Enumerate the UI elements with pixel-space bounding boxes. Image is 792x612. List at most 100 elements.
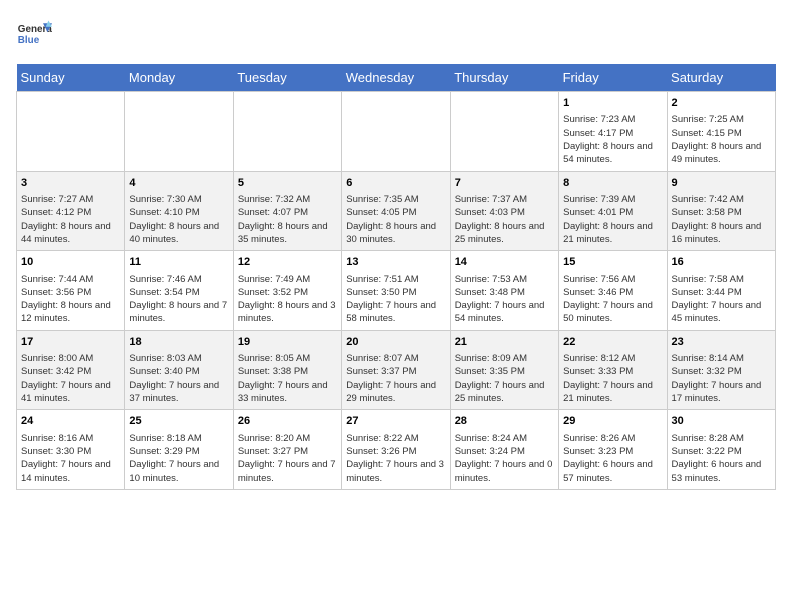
day-number: 6 [346,176,445,191]
week-row-5: 24 Sunrise: 8:16 AMSunset: 3:30 PMDayligh… [17,410,776,490]
day-number: 29 [563,414,662,429]
day-info: Sunrise: 8:05 AMSunset: 3:38 PMDaylight:… [238,352,337,405]
day-number: 18 [129,335,228,350]
calendar-cell: 2 Sunrise: 7:25 AMSunset: 4:15 PMDaylight… [667,92,775,172]
day-number: 8 [563,176,662,191]
week-row-4: 17Sunrise: 8:00 AMSunset: 3:42 PMDayligh… [17,330,776,410]
calendar-cell: 7 Sunrise: 7:37 AMSunset: 4:03 PMDaylight… [450,171,558,251]
calendar-cell: 14 Sunrise: 7:53 AMSunset: 3:48 PMDayligh… [450,251,558,331]
weekday-friday: Friday [559,64,667,92]
calendar-cell: 26 Sunrise: 8:20 AMSunset: 3:27 PMDayligh… [233,410,341,490]
calendar-cell: 22 Sunrise: 8:12 AMSunset: 3:33 PMDayligh… [559,330,667,410]
calendar-cell: 30 Sunrise: 8:28 AMSunset: 3:22 PMDayligh… [667,410,775,490]
week-row-2: 3 Sunrise: 7:27 AMSunset: 4:12 PMDaylight… [17,171,776,251]
day-number: 30 [672,414,771,429]
calendar-cell: 17Sunrise: 8:00 AMSunset: 3:42 PMDayligh… [17,330,125,410]
calendar-cell [342,92,450,172]
calendar-cell [450,92,558,172]
day-number: 1 [563,96,662,111]
calendar-cell: 3 Sunrise: 7:27 AMSunset: 4:12 PMDaylight… [17,171,125,251]
day-number: 5 [238,176,337,191]
day-info: Sunrise: 8:26 AMSunset: 3:23 PMDaylight:… [563,432,662,485]
day-number: 2 [672,96,771,111]
weekday-thursday: Thursday [450,64,558,92]
day-info: Sunrise: 7:39 AMSunset: 4:01 PMDaylight:… [563,193,662,246]
calendar-cell: 29 Sunrise: 8:26 AMSunset: 3:23 PMDayligh… [559,410,667,490]
day-info: Sunrise: 7:27 AMSunset: 4:12 PMDaylight:… [21,193,120,246]
day-info: Sunrise: 8:09 AMSunset: 3:35 PMDaylight:… [455,352,554,405]
day-info: Sunrise: 7:51 AMSunset: 3:50 PMDaylight:… [346,273,445,326]
day-info: Sunrise: 7:44 AMSunset: 3:56 PMDaylight:… [21,273,120,326]
day-info: Sunrise: 8:12 AMSunset: 3:33 PMDaylight:… [563,352,662,405]
day-info: Sunrise: 7:49 AMSunset: 3:52 PMDaylight:… [238,273,337,326]
day-info: Sunrise: 8:16 AMSunset: 3:30 PMDaylight:… [21,432,120,485]
day-info: Sunrise: 8:28 AMSunset: 3:22 PMDaylight:… [672,432,771,485]
day-number: 25 [129,414,228,429]
calendar-cell: 18 Sunrise: 8:03 AMSunset: 3:40 PMDayligh… [125,330,233,410]
calendar-cell: 20Sunrise: 8:07 AMSunset: 3:37 PMDayligh… [342,330,450,410]
day-info: Sunrise: 8:14 AMSunset: 3:32 PMDaylight:… [672,352,771,405]
calendar-cell: 1 Sunrise: 7:23 AMSunset: 4:17 PMDaylight… [559,92,667,172]
day-number: 14 [455,255,554,270]
day-info: Sunrise: 8:00 AMSunset: 3:42 PMDaylight:… [21,352,120,405]
day-number: 22 [563,335,662,350]
day-info: Sunrise: 8:18 AMSunset: 3:29 PMDaylight:… [129,432,228,485]
day-number: 3 [21,176,120,191]
weekday-sunday: Sunday [17,64,125,92]
weekday-tuesday: Tuesday [233,64,341,92]
day-info: Sunrise: 7:58 AMSunset: 3:44 PMDaylight:… [672,273,771,326]
calendar: SundayMondayTuesdayWednesdayThursdayFrid… [16,64,776,490]
day-number: 12 [238,255,337,270]
calendar-cell: 6 Sunrise: 7:35 AMSunset: 4:05 PMDaylight… [342,171,450,251]
day-info: Sunrise: 7:23 AMSunset: 4:17 PMDaylight:… [563,113,662,166]
day-info: Sunrise: 8:03 AMSunset: 3:40 PMDaylight:… [129,352,228,405]
calendar-cell: 23 Sunrise: 8:14 AMSunset: 3:32 PMDayligh… [667,330,775,410]
calendar-cell: 4 Sunrise: 7:30 AMSunset: 4:10 PMDaylight… [125,171,233,251]
day-info: Sunrise: 7:37 AMSunset: 4:03 PMDaylight:… [455,193,554,246]
calendar-cell: 16 Sunrise: 7:58 AMSunset: 3:44 PMDayligh… [667,251,775,331]
logo: General Blue [16,16,52,52]
day-number: 16 [672,255,771,270]
day-info: Sunrise: 7:30 AMSunset: 4:10 PMDaylight:… [129,193,228,246]
logo-icon: General Blue [16,16,52,52]
day-info: Sunrise: 8:20 AMSunset: 3:27 PMDaylight:… [238,432,337,485]
calendar-cell: 13Sunrise: 7:51 AMSunset: 3:50 PMDayligh… [342,251,450,331]
weekday-monday: Monday [125,64,233,92]
calendar-cell: 12 Sunrise: 7:49 AMSunset: 3:52 PMDayligh… [233,251,341,331]
day-info: Sunrise: 7:46 AMSunset: 3:54 PMDaylight:… [129,273,228,326]
day-info: Sunrise: 7:56 AMSunset: 3:46 PMDaylight:… [563,273,662,326]
day-number: 24 [21,414,120,429]
day-number: 23 [672,335,771,350]
calendar-cell: 11Sunrise: 7:46 AMSunset: 3:54 PMDayligh… [125,251,233,331]
calendar-cell: 8 Sunrise: 7:39 AMSunset: 4:01 PMDaylight… [559,171,667,251]
day-info: Sunrise: 8:24 AMSunset: 3:24 PMDaylight:… [455,432,554,485]
calendar-cell [125,92,233,172]
day-info: Sunrise: 7:35 AMSunset: 4:05 PMDaylight:… [346,193,445,246]
calendar-cell: 25 Sunrise: 8:18 AMSunset: 3:29 PMDayligh… [125,410,233,490]
calendar-cell: 15 Sunrise: 7:56 AMSunset: 3:46 PMDayligh… [559,251,667,331]
day-info: Sunrise: 8:22 AMSunset: 3:26 PMDaylight:… [346,432,445,485]
day-number: 15 [563,255,662,270]
day-number: 26 [238,414,337,429]
day-info: Sunrise: 7:32 AMSunset: 4:07 PMDaylight:… [238,193,337,246]
day-number: 7 [455,176,554,191]
day-number: 10 [21,255,120,270]
day-number: 21 [455,335,554,350]
day-info: Sunrise: 7:42 AMSunset: 3:58 PMDaylight:… [672,193,771,246]
calendar-cell: 9Sunrise: 7:42 AMSunset: 3:58 PMDaylight… [667,171,775,251]
day-number: 27 [346,414,445,429]
day-info: Sunrise: 7:25 AMSunset: 4:15 PMDaylight:… [672,113,771,166]
day-number: 4 [129,176,228,191]
day-info: Sunrise: 7:53 AMSunset: 3:48 PMDaylight:… [455,273,554,326]
calendar-cell: 10 Sunrise: 7:44 AMSunset: 3:56 PMDayligh… [17,251,125,331]
weekday-wednesday: Wednesday [342,64,450,92]
calendar-cell [17,92,125,172]
day-number: 20 [346,335,445,350]
weekday-header-row: SundayMondayTuesdayWednesdayThursdayFrid… [17,64,776,92]
calendar-cell: 5 Sunrise: 7:32 AMSunset: 4:07 PMDaylight… [233,171,341,251]
header: General Blue [16,16,776,52]
svg-text:Blue: Blue [18,35,40,46]
day-number: 28 [455,414,554,429]
calendar-cell: 24 Sunrise: 8:16 AMSunset: 3:30 PMDayligh… [17,410,125,490]
week-row-3: 10 Sunrise: 7:44 AMSunset: 3:56 PMDayligh… [17,251,776,331]
